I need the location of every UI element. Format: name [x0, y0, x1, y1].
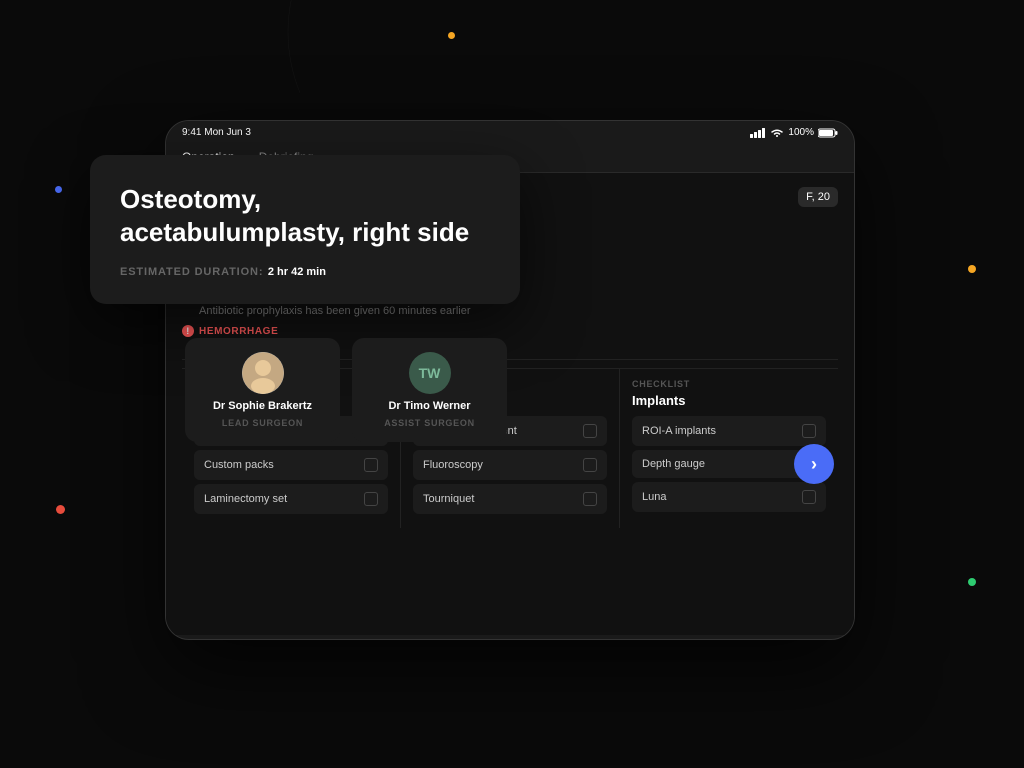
checklist-item-roia[interactable]: ROI-A implants [632, 416, 826, 446]
status-time: 9:41 Mon Jun 3 [182, 127, 251, 138]
checkbox-custompacks[interactable] [364, 458, 378, 472]
risk-title-hemorrhage: ! HEMORRHAGE [182, 325, 838, 337]
checkbox-luna[interactable] [802, 490, 816, 504]
duration-label: ESTIMATED DURATION: [120, 266, 263, 278]
checklist-item-fluoroscopy[interactable]: Fluoroscopy [413, 450, 607, 480]
risk-icon-hemorrhage: ! [182, 325, 194, 337]
checklist-item-tourniquet[interactable]: Tourniquet [413, 484, 607, 514]
duration-value: 2 hr 42 min [268, 266, 326, 278]
checklist-item-custompacks[interactable]: Custom packs [194, 450, 388, 480]
bg-dot-2 [55, 186, 62, 193]
surgeon-name-timo: Dr Timo Werner [388, 400, 470, 412]
checkbox-laminectomy[interactable] [364, 492, 378, 506]
fab-next-button[interactable]: › [794, 444, 834, 484]
operation-title: Osteotomy, acetabulumplasty, right side [120, 183, 490, 248]
checklist-implants-label: CHECKLIST [632, 379, 826, 389]
bg-dot-5 [968, 578, 976, 586]
checklist-item-luna[interactable]: Luna [632, 482, 826, 512]
surgeon-card-assist: TW Dr Timo Werner ASSIST SURGEON [352, 338, 507, 442]
surgeon-role-sophie: LEAD SURGEON [222, 418, 303, 428]
surgeon-photo-sophie [242, 352, 284, 394]
surgeon-role-timo: ASSIST SURGEON [384, 418, 475, 428]
battery-icon [818, 128, 838, 138]
surgeons-row: Dr Sophie Brakertz LEAD SURGEON TW Dr Ti… [185, 338, 507, 442]
surgeon-card-lead: Dr Sophie Brakertz LEAD SURGEON [185, 338, 340, 442]
status-bar: 9:41 Mon Jun 3 100% [166, 121, 854, 144]
surgeon-avatar-timo: TW [409, 352, 451, 394]
checkbox-fluoroscopy[interactable] [583, 458, 597, 472]
surgeon-name-sophie: Dr Sophie Brakertz [213, 400, 312, 412]
checklist-item-depthgauge[interactable]: Depth gauge › [632, 450, 826, 478]
wifi-icon [770, 128, 784, 138]
bg-dot-1 [448, 32, 455, 39]
checkbox-roia[interactable] [802, 424, 816, 438]
patient-badge: F, 20 [798, 187, 838, 207]
signal-icon [750, 128, 766, 138]
status-right: 100% [750, 127, 838, 138]
bg-dot-4 [968, 265, 976, 273]
checkbox-traction[interactable] [583, 424, 597, 438]
checklist-implants: CHECKLIST Implants ROI-A implants Depth … [620, 369, 838, 528]
checklist-implants-title: Implants [632, 393, 826, 408]
surgeon-avatar-sophie [242, 352, 284, 394]
risk-desc-femoral: Antibiotic prophylaxis has been given 60… [199, 305, 838, 317]
fab-arrow-icon: › [811, 454, 817, 475]
bg-dot-3 [56, 505, 65, 514]
battery-text: 100% [788, 127, 814, 138]
checkbox-tourniquet[interactable] [583, 492, 597, 506]
operation-card: Osteotomy, acetabulumplasty, right side … [90, 155, 520, 304]
checklist-item-laminectomy[interactable]: Laminectomy set [194, 484, 388, 514]
duration-row: ESTIMATED DURATION: 2 hr 42 min [120, 262, 490, 280]
